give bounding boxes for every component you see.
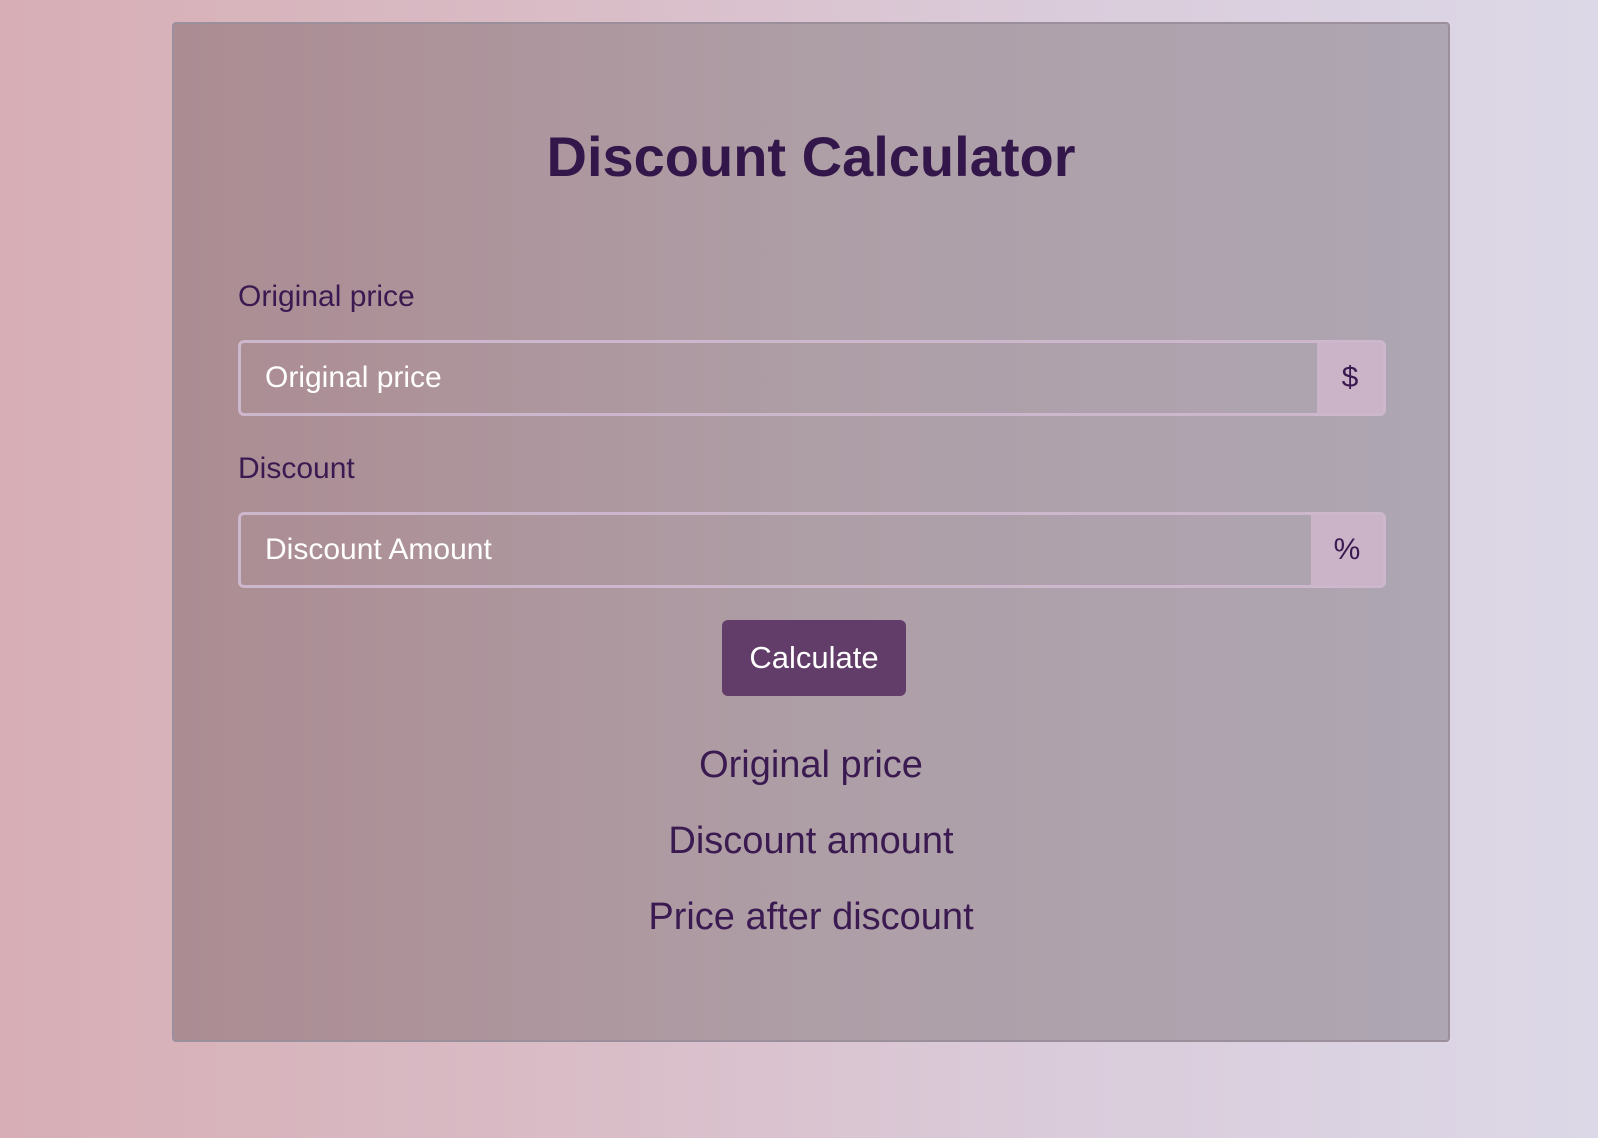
dollar-addon: $ bbox=[1317, 343, 1383, 413]
original-price-input[interactable] bbox=[241, 343, 1317, 413]
percent-addon: % bbox=[1311, 515, 1383, 585]
result-price-after-discount: Price after discount bbox=[648, 896, 974, 938]
discount-input-group: % bbox=[238, 512, 1386, 588]
result-original-price: Original price bbox=[699, 744, 923, 786]
calculator-card: Discount Calculator Original price $ Dis… bbox=[172, 22, 1450, 1042]
discount-input[interactable] bbox=[241, 515, 1311, 585]
page-title: Discount Calculator bbox=[546, 125, 1076, 188]
original-price-label: Original price bbox=[238, 280, 415, 313]
result-discount-amount: Discount amount bbox=[668, 820, 954, 862]
calculate-button[interactable]: Calculate bbox=[722, 620, 906, 696]
original-price-input-group: $ bbox=[238, 340, 1386, 416]
discount-label: Discount bbox=[238, 452, 355, 485]
